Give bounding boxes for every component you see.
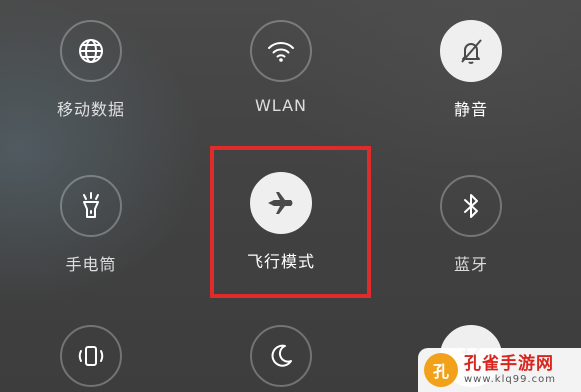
- bell-muted-icon: [461, 39, 482, 64]
- tile-mute[interactable]: 静音: [411, 20, 531, 120]
- tile-wlan[interactable]: WLAN: [221, 20, 341, 115]
- wlan-label: WLAN: [254, 96, 307, 115]
- flashlight-icon: [83, 192, 99, 218]
- moon-icon: [271, 344, 292, 367]
- watermark-logo-icon: 孔: [424, 353, 458, 387]
- tile-auto-rotate[interactable]: [31, 325, 151, 387]
- watermark-title: 孔雀手游网: [464, 354, 554, 374]
- bluetooth-toggle[interactable]: [440, 175, 502, 237]
- bluetooth-icon: [464, 194, 478, 218]
- night-mode-toggle[interactable]: [250, 325, 312, 387]
- mute-label: 静音: [453, 100, 488, 119]
- rotate-phone-icon: [78, 346, 104, 366]
- flashlight-toggle[interactable]: [60, 175, 122, 237]
- tile-flashlight[interactable]: 手电筒: [31, 175, 151, 275]
- watermark-url: www.klq99.com: [464, 374, 556, 385]
- bluetooth-label: 蓝牙: [453, 255, 488, 274]
- auto-rotate-toggle[interactable]: [60, 325, 122, 387]
- tile-mobile-data[interactable]: 移动数据: [31, 20, 151, 120]
- mobile-data-label: 移动数据: [56, 100, 125, 119]
- highlight-box: [210, 146, 371, 298]
- tile-night-mode[interactable]: [221, 325, 341, 387]
- watermark: 孔 孔雀手游网 www.klq99.com: [418, 348, 581, 392]
- mute-toggle[interactable]: [440, 20, 502, 82]
- mobile-data-toggle[interactable]: [60, 20, 122, 82]
- globe-icon: [79, 39, 103, 63]
- wlan-toggle[interactable]: [250, 20, 312, 82]
- tile-bluetooth[interactable]: 蓝牙: [411, 175, 531, 275]
- flashlight-label: 手电筒: [65, 255, 117, 274]
- wifi-icon: [268, 42, 294, 62]
